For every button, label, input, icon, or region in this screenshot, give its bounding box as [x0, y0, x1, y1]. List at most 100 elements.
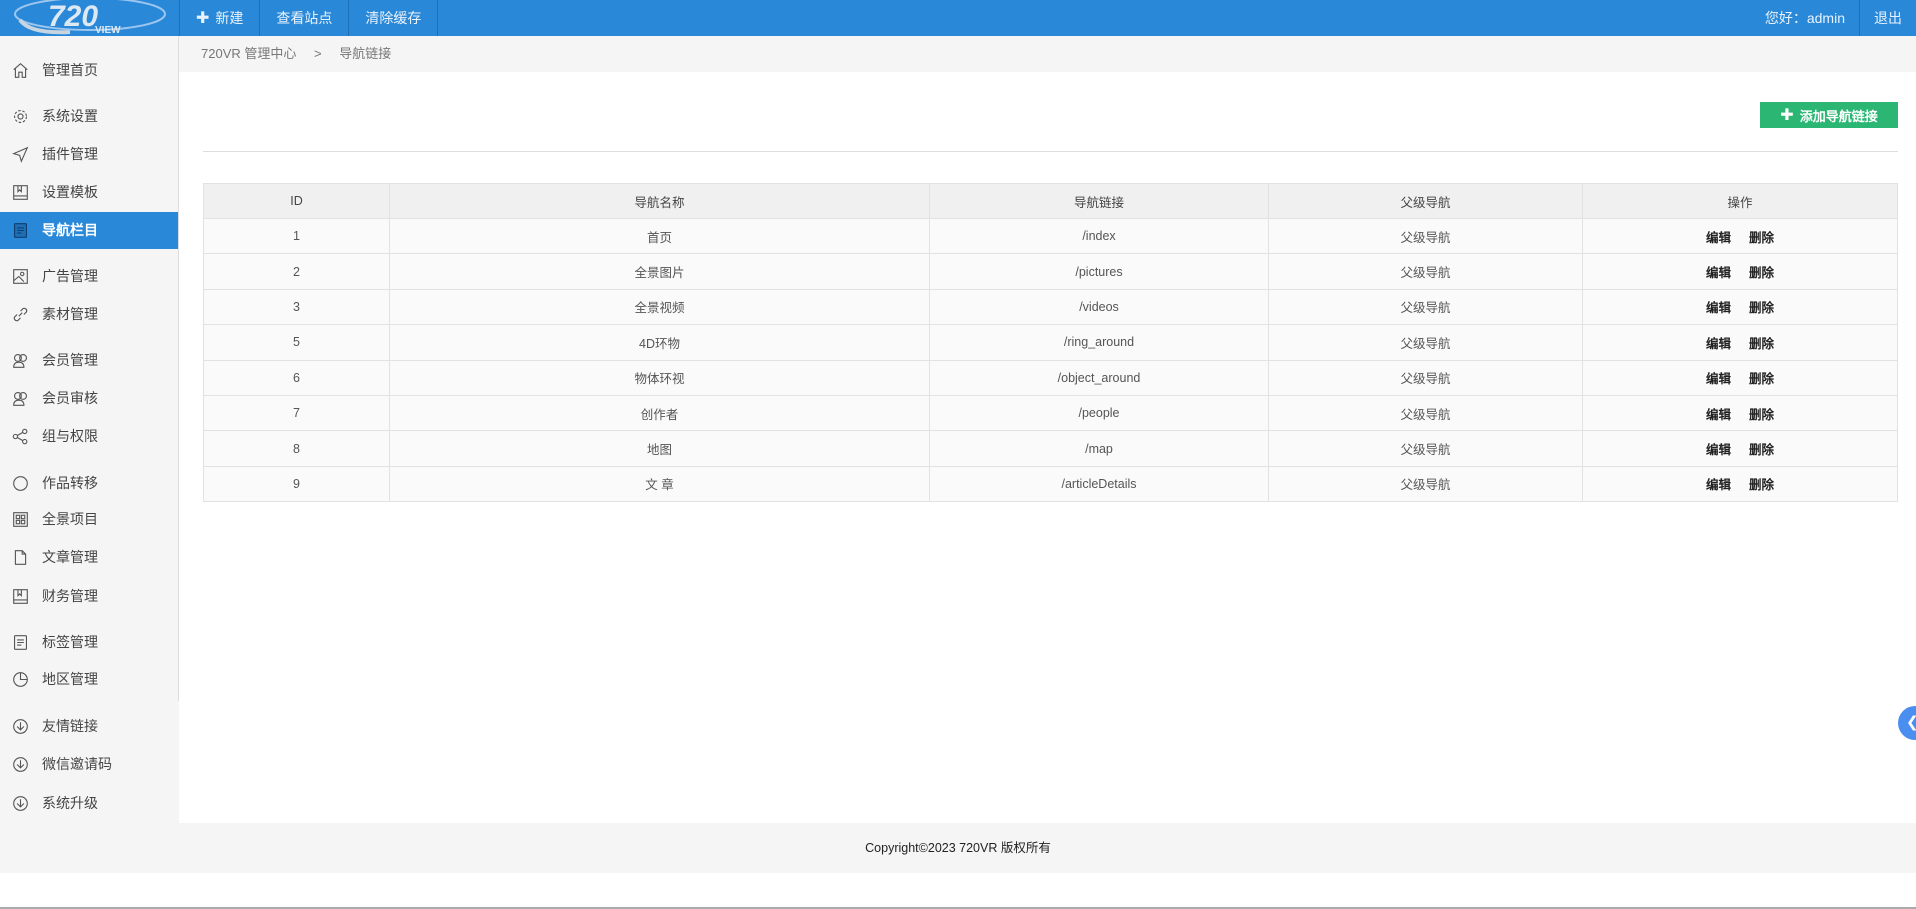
- sidebar-item-6[interactable]: 广告管理: [0, 258, 178, 295]
- sidebar-item-9[interactable]: 会员审核: [0, 380, 178, 417]
- svg-text:720: 720: [48, 0, 98, 33]
- delete-link[interactable]: 删除: [1749, 231, 1774, 245]
- collapse-panel-button[interactable]: ❮: [1898, 706, 1916, 740]
- table-row: 7 创作者/people 父级导航 编辑 删除: [203, 394, 1898, 432]
- cell-name: 4D环物: [389, 324, 930, 361]
- edit-link[interactable]: 编辑: [1706, 301, 1731, 315]
- cell-parent: 父级导航: [1268, 465, 1583, 503]
- sidebar-item-1[interactable]: 管理首页: [0, 52, 178, 89]
- link-icon: [13, 307, 28, 321]
- sidebar-item-7[interactable]: 素材管理: [0, 296, 178, 333]
- view-site-button[interactable]: 查看站点: [259, 0, 348, 36]
- chevron-left-icon: ❮: [1906, 714, 1916, 731]
- sidebar-item-label: 设置模板: [42, 184, 98, 200]
- sidebar-item-label: 作品转移: [42, 475, 98, 491]
- sidebar-item-label: 系统设置: [42, 108, 98, 124]
- sidebar-item-12[interactable]: 全景项目: [0, 501, 178, 538]
- sidebar-item-18[interactable]: 微信邀请码: [0, 746, 178, 783]
- delete-link[interactable]: 删除: [1749, 266, 1774, 280]
- sidebar-item-label: 会员管理: [42, 352, 98, 368]
- clear-cache-button[interactable]: 清除缓存: [348, 0, 439, 36]
- breadcrumb-home[interactable]: 720VR 管理中心: [201, 46, 296, 61]
- sidebar: 管理首页系统设置插件管理设置模板导航栏目广告管理素材管理会员管理会员审核 组与权限…: [0, 36, 179, 823]
- table-row: 5 4D环物/ring_around 父级导航 编辑 删除: [203, 324, 1898, 361]
- book-icon: [13, 184, 28, 200]
- cell-parent: 父级导航: [1268, 430, 1583, 467]
- logout-button[interactable]: 退出: [1859, 0, 1916, 36]
- delete-link[interactable]: 删除: [1749, 372, 1774, 386]
- sidebar-item-8[interactable]: 会员管理: [0, 342, 178, 379]
- edit-link[interactable]: 编辑: [1706, 443, 1731, 457]
- download-icon: [13, 795, 28, 811]
- share-icon: [12, 428, 28, 444]
- edit-link[interactable]: 编辑: [1706, 372, 1731, 386]
- sidebar-item-label: 导航栏目: [42, 222, 98, 238]
- logo[interactable]: 720 VIEW: [0, 0, 179, 36]
- sidebar-item-3[interactable]: 插件管理: [0, 136, 178, 173]
- add-nav-link-label: 添加导航链接: [1799, 108, 1878, 124]
- delete-link[interactable]: 删除: [1749, 337, 1774, 351]
- sidebar-item-15[interactable]: 标签管理: [0, 624, 178, 661]
- sidebar-item-label: 素材管理: [42, 306, 98, 322]
- cell-name: 创作者: [389, 394, 930, 432]
- new-button[interactable]: ✚ 新建: [179, 0, 259, 36]
- sidebar-item-2[interactable]: 系统设置: [0, 98, 178, 135]
- add-nav-link-button[interactable]: ✚ 添加导航链接: [1760, 102, 1898, 128]
- cell-parent: 父级导航: [1268, 359, 1583, 396]
- sidebar-item-label: 标签管理: [42, 634, 98, 650]
- sidebar-item-19[interactable]: 系统升级: [0, 785, 178, 822]
- gear-icon: [13, 109, 28, 123]
- delete-link[interactable]: 删除: [1749, 301, 1774, 315]
- download-icon: [13, 718, 28, 734]
- sidebar-item-13[interactable]: 文章管理: [0, 539, 178, 576]
- sidebar-item-14[interactable]: 财务管理: [0, 578, 178, 615]
- breadcrumb: 720VR 管理中心 > 导航链接: [179, 36, 1916, 72]
- footer: Copyright©2023 720VR 版权所有: [0, 823, 1916, 873]
- delete-link[interactable]: 删除: [1749, 408, 1774, 422]
- sidebar-item-label: 友情链接: [42, 718, 98, 734]
- col-parent: 父级导航: [1268, 183, 1583, 219]
- doc-icon: [13, 634, 28, 650]
- sidebar-item-11[interactable]: 作品转移: [0, 465, 178, 502]
- cell-parent: 父级导航: [1268, 324, 1583, 361]
- sidebar-item-10[interactable]: 组与权限: [0, 418, 178, 455]
- cell-link: /articleDetails: [929, 465, 1269, 503]
- plus-icon: ✚: [196, 10, 210, 27]
- sidebar-item-label: 插件管理: [42, 146, 98, 162]
- image-icon: [13, 268, 28, 284]
- users-icon: [13, 391, 28, 406]
- sidebar-item-16[interactable]: 地区管理: [0, 661, 178, 698]
- col-actions: 操作: [1582, 183, 1898, 219]
- sidebar-item-4[interactable]: 设置模板: [0, 174, 178, 211]
- cell-actions: 编辑 删除: [1582, 394, 1898, 432]
- cell-id: 7: [203, 394, 390, 432]
- edit-link[interactable]: 编辑: [1706, 337, 1731, 351]
- edit-link[interactable]: 编辑: [1706, 266, 1731, 280]
- sidebar-item-label: 地区管理: [42, 671, 98, 687]
- sidebar-divider: [178, 36, 179, 701]
- edit-link[interactable]: 编辑: [1706, 231, 1731, 245]
- sidebar-item-17[interactable]: 友情链接: [0, 708, 178, 745]
- cell-name: 物体环视: [389, 359, 930, 396]
- delete-link[interactable]: 删除: [1749, 478, 1774, 492]
- sidebar-item-5[interactable]: 导航栏目: [0, 211, 178, 249]
- cell-link: /pictures: [929, 253, 1269, 290]
- cell-link: /object_around: [929, 359, 1269, 396]
- sidebar-item-label: 管理首页: [42, 62, 98, 78]
- edit-link[interactable]: 编辑: [1706, 408, 1731, 422]
- edit-link[interactable]: 编辑: [1706, 478, 1731, 492]
- new-label: 新建: [215, 10, 244, 26]
- cell-link: /people: [929, 394, 1269, 432]
- delete-link[interactable]: 删除: [1749, 443, 1774, 457]
- cell-parent: 父级导航: [1268, 288, 1583, 326]
- cell-id: 5: [203, 324, 390, 361]
- table-row: 6 物体环视/object_around 父级导航 编辑 删除: [203, 359, 1898, 396]
- cell-actions: 编辑 删除: [1582, 359, 1898, 396]
- breadcrumb-separator: >: [314, 46, 322, 61]
- users-icon: [13, 353, 28, 368]
- cell-actions: 编辑 删除: [1582, 217, 1898, 255]
- table-row: 1 首页/index 父级导航 编辑 删除: [203, 217, 1898, 255]
- cell-id: 2: [203, 253, 390, 290]
- cell-parent: 父级导航: [1268, 253, 1583, 290]
- cell-id: 6: [203, 359, 390, 396]
